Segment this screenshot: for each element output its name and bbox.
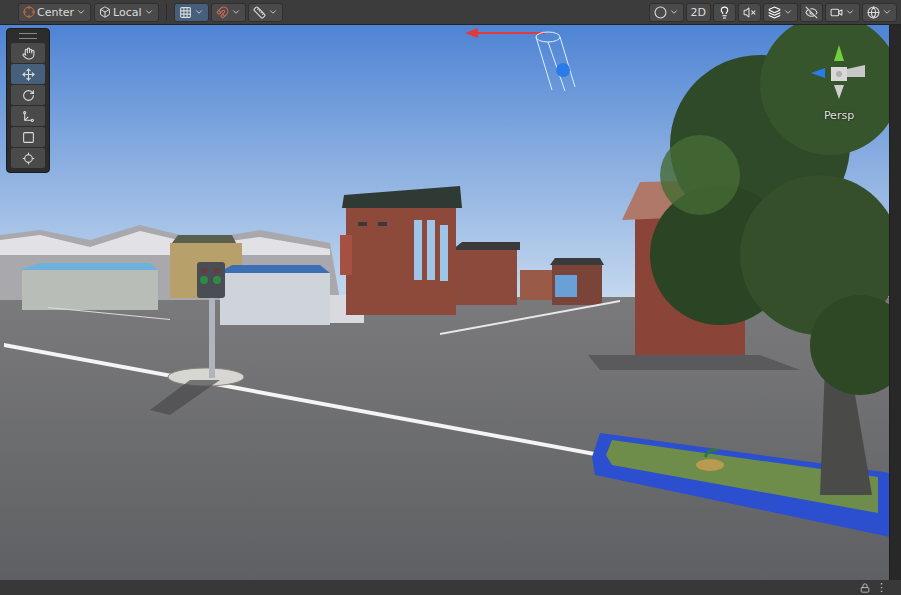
snap-toggle[interactable] — [211, 3, 246, 22]
grid-toggle[interactable] — [174, 3, 209, 22]
chevron-icon — [76, 7, 86, 17]
snap-icon — [216, 6, 229, 19]
pivot-rotation-dropdown[interactable]: Local — [94, 3, 159, 22]
ruler-icon — [253, 6, 266, 19]
hidden-objects-toggle[interactable] — [800, 3, 823, 22]
chevron-icon — [194, 7, 204, 17]
scrollbar[interactable] — [889, 25, 901, 580]
shading-icon — [654, 6, 667, 19]
status-strip: ⋮ — [0, 580, 901, 595]
scale-icon — [22, 110, 35, 123]
tool-palette — [6, 28, 50, 173]
lock-icon[interactable] — [860, 583, 870, 593]
camera-icon — [830, 6, 843, 19]
transform-icon — [22, 152, 35, 165]
increment-snap-button[interactable] — [248, 3, 283, 22]
rotate-icon — [22, 89, 35, 102]
grid-icon — [179, 6, 192, 19]
audio-muted-icon — [743, 6, 756, 19]
scene-gizmo[interactable]: Persp — [801, 43, 877, 122]
bulb-icon — [718, 6, 731, 19]
chevron-icon — [669, 7, 679, 17]
move-icon — [22, 68, 35, 81]
scene-render[interactable] — [0, 25, 889, 580]
orientation-gizmo-icon[interactable] — [807, 43, 871, 107]
audio-toggle[interactable] — [738, 3, 761, 22]
scene-toolbar: CenterLocal 2D — [0, 0, 901, 25]
tool-button[interactable] — [11, 43, 45, 63]
effects-icon — [768, 6, 781, 19]
cube-icon — [99, 6, 111, 18]
view-2d-toggle[interactable]: 2D — [686, 3, 711, 22]
hand-icon — [22, 47, 35, 60]
chevron-icon — [268, 7, 278, 17]
tool-button[interactable] — [11, 148, 45, 168]
more-menu[interactable]: ⋮ — [876, 581, 887, 594]
tool-button[interactable] — [11, 106, 45, 126]
chevron-icon — [783, 7, 793, 17]
gizmos-dropdown[interactable] — [862, 3, 897, 22]
pivot-icon — [23, 6, 35, 18]
tool-button[interactable] — [11, 85, 45, 105]
chevron-icon — [845, 7, 855, 17]
projection-label[interactable]: Persp — [822, 109, 856, 122]
scene-viewport[interactable]: Persp — [0, 25, 889, 580]
tool-button[interactable] — [11, 64, 45, 84]
lighting-toggle[interactable] — [713, 3, 736, 22]
scene-view: CenterLocal 2D Persp ⋮ — [0, 0, 901, 595]
pivot-mode-dropdown[interactable]: Center — [18, 3, 91, 22]
globe-icon — [867, 6, 880, 19]
tool-button[interactable] — [11, 127, 45, 147]
eye-off-icon — [805, 6, 818, 19]
shading-mode-dropdown[interactable] — [649, 3, 684, 22]
effects-dropdown[interactable] — [763, 3, 798, 22]
chevron-icon — [231, 7, 241, 17]
camera-dropdown[interactable] — [825, 3, 860, 22]
rect-icon — [22, 131, 35, 144]
chevron-icon — [882, 7, 892, 17]
chevron-icon — [144, 7, 154, 17]
palette-grip[interactable] — [19, 33, 37, 39]
